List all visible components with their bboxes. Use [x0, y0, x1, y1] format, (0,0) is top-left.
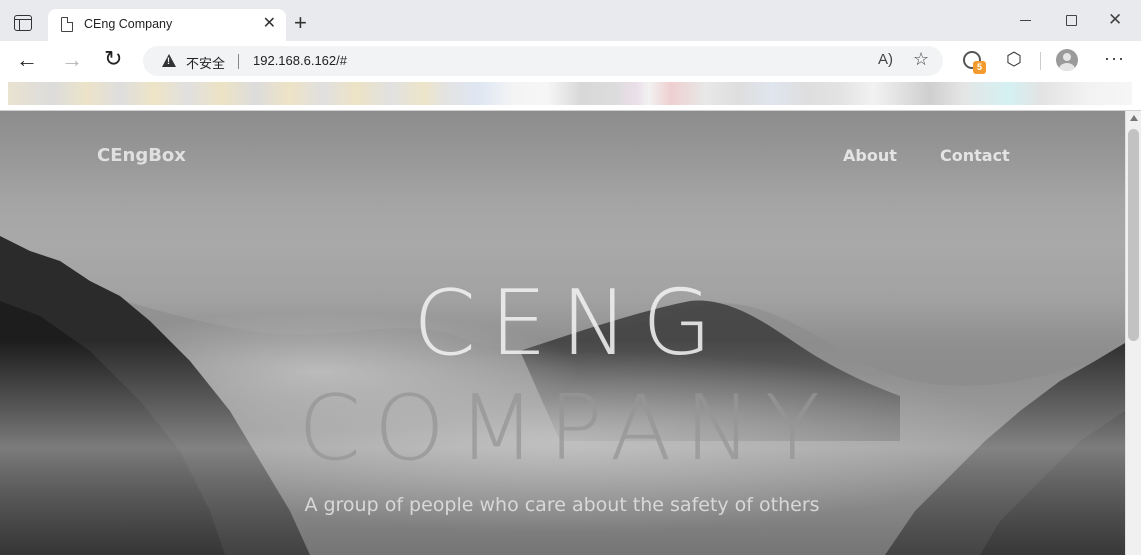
close-window-icon[interactable]: ✕ [1108, 10, 1122, 30]
maximize-icon[interactable] [1066, 15, 1077, 26]
page-viewport: CEngBox About Contact CENG COMPANY A gro… [0, 111, 1125, 555]
vertical-scrollbar[interactable] [1125, 111, 1141, 555]
browser-toolbar: ← → ↻ 不安全 192.168.6.162/# A) ☆ 5 ⬡ ··· [0, 41, 1141, 81]
security-label[interactable]: 不安全 [186, 53, 225, 72]
hero-title-line2: COMPANY [298, 376, 833, 481]
profile-avatar-icon[interactable] [1056, 49, 1078, 71]
tab-title: CEng Company [84, 17, 173, 31]
sidebar-toggle-icon[interactable] [14, 15, 32, 31]
brand-logo[interactable]: CEngBox [97, 145, 186, 166]
minimize-icon[interactable] [1020, 20, 1031, 21]
forward-icon[interactable]: → [61, 47, 83, 73]
hero-title-line1: CENG [413, 271, 726, 376]
new-tab-icon[interactable]: + [294, 12, 307, 34]
nav-contact-link[interactable]: Contact [940, 146, 1010, 165]
browser-tab[interactable]: CEng Company ✕ [48, 9, 286, 41]
title-bar: CEng Company ✕ + ✕ [0, 0, 1141, 41]
warning-icon[interactable] [162, 54, 176, 67]
more-menu-icon[interactable]: ··· [1104, 48, 1125, 69]
address-bar[interactable]: 不安全 192.168.6.162/# A) ☆ [143, 46, 943, 76]
favorites-bar[interactable] [8, 82, 1132, 105]
refresh-icon[interactable]: ↻ [104, 46, 122, 72]
back-icon[interactable]: ← [16, 47, 38, 73]
nav-about-link[interactable]: About [843, 146, 897, 165]
hero-tagline: A group of people who care about the saf… [304, 494, 820, 516]
page-icon [61, 17, 73, 32]
scroll-thumb[interactable] [1128, 129, 1139, 341]
address-divider [238, 54, 239, 69]
read-aloud-icon[interactable]: A) [878, 51, 893, 68]
url-text[interactable]: 192.168.6.162/# [253, 53, 347, 68]
scroll-up-icon[interactable] [1130, 115, 1138, 121]
close-tab-icon[interactable]: ✕ [263, 15, 276, 33]
extension-badge: 5 [973, 61, 986, 74]
add-favorite-icon[interactable]: ☆ [913, 49, 929, 70]
toolbar-divider [1040, 52, 1041, 70]
extensions-icon[interactable]: ⬡ [1006, 49, 1022, 70]
